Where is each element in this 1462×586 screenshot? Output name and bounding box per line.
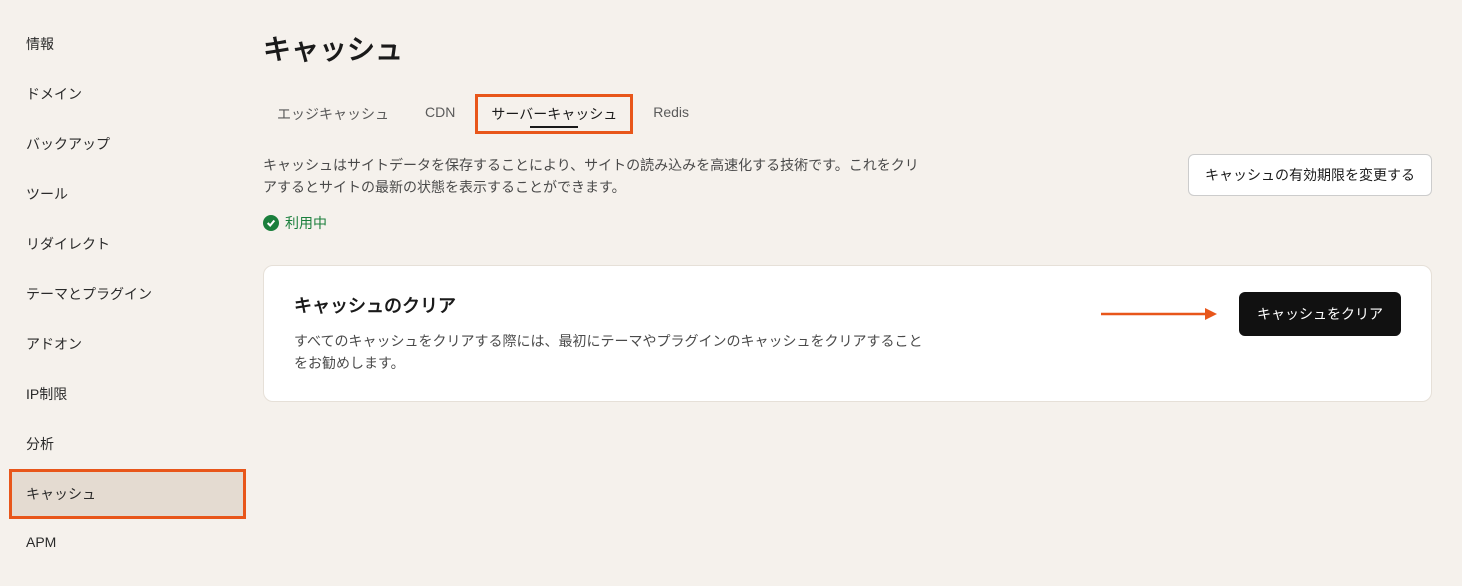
sidebar-item-domain[interactable]: ドメイン — [10, 70, 245, 118]
change-expiry-button[interactable]: キャッシュの有効期限を変更する — [1188, 154, 1432, 196]
clear-cache-card: キャッシュのクリア すべてのキャッシュをクリアする際には、最初にテーマやプラグイ… — [263, 265, 1432, 402]
status-badge: 利用中 — [263, 213, 1432, 233]
sidebar-item-tools[interactable]: ツール — [10, 170, 245, 218]
sidebar-item-info[interactable]: 情報 — [10, 20, 245, 68]
page-title: キャッシュ — [263, 28, 1432, 68]
tabs: エッジキャッシュ CDN サーバーキャッシュ Redis — [263, 96, 1432, 132]
sidebar-item-themes-plugins[interactable]: テーマとプラグイン — [10, 270, 245, 318]
tab-cdn[interactable]: CDN — [411, 96, 469, 132]
sidebar-item-addon[interactable]: アドオン — [10, 320, 245, 368]
sidebar-item-apm[interactable]: APM — [10, 520, 245, 564]
sidebar-item-ip-restriction[interactable]: IP制限 — [10, 370, 245, 418]
description-text: キャッシュはサイトデータを保存することにより、サイトの読み込みを高速化する技術で… — [263, 154, 923, 199]
sidebar-item-analytics[interactable]: 分析 — [10, 420, 245, 468]
status-text: 利用中 — [285, 213, 327, 233]
sidebar: 情報 ドメイン バックアップ ツール リダイレクト テーマとプラグイン アドオン… — [0, 0, 245, 586]
sidebar-item-backup[interactable]: バックアップ — [10, 120, 245, 168]
sidebar-item-redirect[interactable]: リダイレクト — [10, 220, 245, 268]
card-description: すべてのキャッシュをクリアする際には、最初にテーマやプラグインのキャッシュをクリ… — [294, 330, 934, 375]
main-content: キャッシュ エッジキャッシュ CDN サーバーキャッシュ Redis キャッシュ… — [245, 0, 1462, 586]
sidebar-item-cache[interactable]: キャッシュ — [10, 470, 245, 518]
header-row: キャッシュはサイトデータを保存することにより、サイトの読み込みを高速化する技術で… — [263, 154, 1432, 199]
tab-server-cache[interactable]: サーバーキャッシュ — [477, 96, 631, 132]
tab-redis[interactable]: Redis — [639, 96, 703, 132]
card-right: キャッシュをクリア — [1099, 292, 1401, 336]
check-circle-icon — [263, 215, 279, 231]
clear-cache-button[interactable]: キャッシュをクリア — [1239, 292, 1401, 336]
tab-edge-cache[interactable]: エッジキャッシュ — [263, 96, 403, 132]
arrow-right-icon — [1099, 305, 1219, 323]
card-left: キャッシュのクリア すべてのキャッシュをクリアする際には、最初にテーマやプラグイ… — [294, 292, 934, 375]
card-title: キャッシュのクリア — [294, 292, 934, 318]
